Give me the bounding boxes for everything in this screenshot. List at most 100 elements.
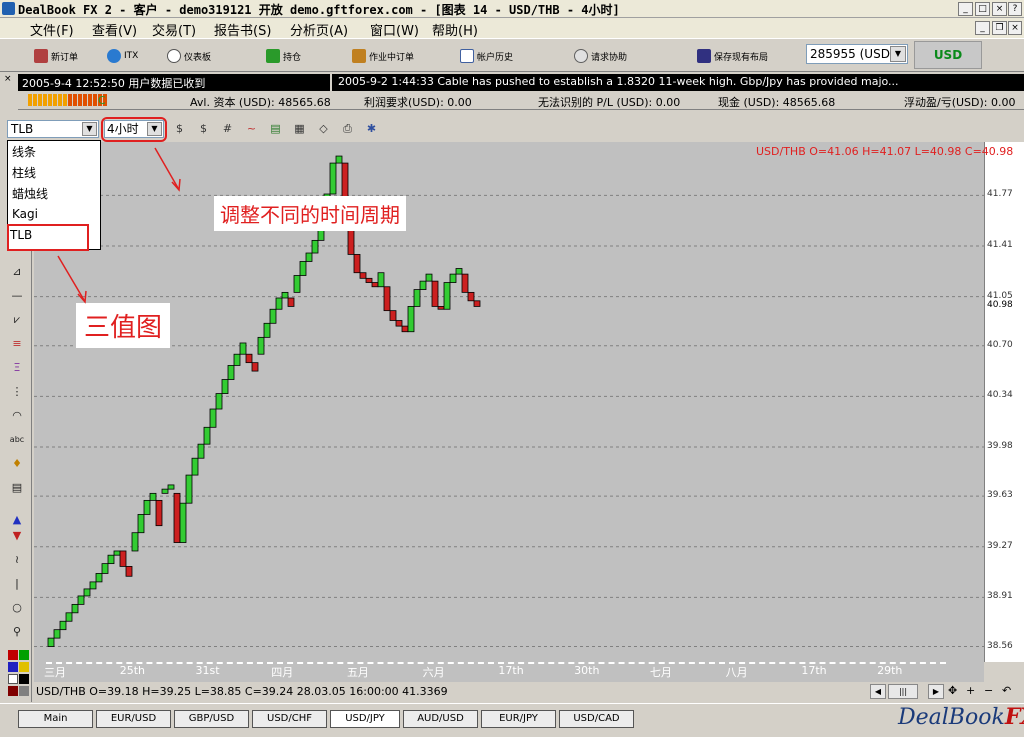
itx-button[interactable]: ITX [107, 47, 138, 65]
arrow-up-icon[interactable]: ▲ [9, 512, 25, 528]
time-tick-label: 八月 [725, 666, 748, 679]
vertical-line-icon[interactable]: | [9, 576, 25, 592]
time-tick-label: 六月 [422, 666, 445, 679]
menu-file[interactable]: 文件(F) [30, 20, 74, 39]
chart-type-select[interactable]: TLB ▼ [7, 120, 99, 138]
ticker-close-icon[interactable]: × [4, 74, 16, 108]
menu-reports[interactable]: 报告书(S) [214, 20, 271, 39]
studies-icon[interactable]: ▤ [268, 121, 283, 136]
calculator-icon[interactable]: ▦ [292, 121, 307, 136]
scroll-thumb[interactable]: ||| [888, 684, 918, 699]
erase-icon[interactable]: ◇ [316, 121, 331, 136]
zoom-icon[interactable]: ⚲ [9, 624, 25, 640]
option-line[interactable]: 线条 [12, 143, 36, 160]
account-select[interactable]: 285955 (USD ▼ [806, 44, 908, 64]
time-tick-label: 17th [801, 664, 827, 677]
up-brick [443, 282, 451, 310]
zoom-out-icon[interactable]: − [984, 684, 993, 697]
time-tick-label: 五月 [346, 666, 369, 679]
scroll-left-icon[interactable]: ◀ [870, 684, 886, 699]
circle-icon[interactable]: ○ [9, 600, 25, 616]
color-black-swatch[interactable] [19, 674, 29, 684]
color-maroon-swatch[interactable] [8, 686, 18, 696]
color-gray-swatch[interactable] [19, 686, 29, 696]
tab-usd-cad[interactable]: USD/CAD [559, 710, 634, 728]
arc-icon[interactable]: ◠ [9, 408, 25, 424]
up-brick [305, 252, 313, 262]
tab-eur-usd[interactable]: EUR/USD [96, 710, 171, 728]
gann-fan-icon[interactable]: ⩗ [9, 312, 25, 328]
maximize-icon[interactable]: □ [975, 2, 990, 16]
fan-tool-icon[interactable]: ⊿ [9, 264, 25, 280]
grid-icon[interactable]: # [220, 121, 235, 136]
tab-aud-usd[interactable]: AUD/USD [403, 710, 478, 728]
color-blue-swatch[interactable] [8, 662, 18, 672]
chevron-down-icon[interactable]: ▼ [82, 122, 97, 136]
regression-icon[interactable]: ≡ [9, 336, 25, 352]
news-ticker[interactable]: 2005-9-4 12:52:50 用户数据已收到 2005-9-2 1:44:… [18, 74, 1024, 91]
up-brick [149, 492, 157, 501]
chevron-down-icon[interactable]: ▼ [890, 46, 906, 62]
currency-toggle-icon[interactable]: $ [172, 121, 187, 136]
minimize-icon[interactable]: _ [958, 2, 973, 16]
save-layout-button[interactable]: 保存现有布局 [697, 47, 768, 65]
child-minimize-icon[interactable]: _ [975, 21, 990, 35]
window-title: DealBook FX 2 - 客户 - demo319121 开放 demo.… [18, 3, 620, 17]
move-icon[interactable]: ✥ [948, 684, 957, 697]
menu-analysis[interactable]: 分析页(A) [290, 20, 348, 39]
settings-icon[interactable]: ✱ [364, 121, 379, 136]
dashboard-button[interactable]: 仪表板 [167, 47, 211, 65]
positions-button[interactable]: 持仓 [266, 47, 301, 65]
color-white-swatch[interactable] [8, 674, 18, 684]
menu-trade[interactable]: 交易(T) [152, 20, 196, 39]
news-right[interactable]: 2005-9-2 1:44:33 Cable has pushed to est… [338, 75, 899, 88]
down-brick [287, 297, 295, 307]
zoom-in-icon[interactable]: + [966, 684, 975, 697]
color-green-swatch[interactable] [19, 650, 29, 660]
working-orders-button[interactable]: 作业中订单 [352, 47, 414, 65]
up-brick [53, 629, 61, 639]
undo-icon[interactable]: ↶ [1002, 684, 1011, 697]
tab-eur-jpy[interactable]: EUR/JPY [481, 710, 556, 728]
print-icon[interactable]: ⎙ [340, 121, 355, 136]
up-brick [425, 273, 433, 282]
up-brick [335, 155, 343, 164]
color-red-swatch[interactable] [8, 650, 18, 660]
option-bar[interactable]: 柱线 [12, 164, 36, 181]
indicator-icon[interactable]: ~ [244, 121, 259, 136]
up-brick [83, 588, 91, 597]
new-order-button[interactable]: 新订单 [34, 47, 78, 65]
tab-usd-jpy[interactable]: USD/JPY [330, 710, 400, 728]
arrow-down-icon[interactable]: ▼ [9, 528, 25, 544]
account-history-button[interactable]: 帐户历史 [460, 47, 513, 65]
up-brick [233, 353, 241, 366]
line-tool-icon[interactable]: — [9, 288, 25, 304]
menu-help[interactable]: 帮助(H) [432, 20, 478, 39]
alert-bell-icon[interactable]: ♦ [9, 456, 25, 472]
currency-toggle-alt-icon[interactable]: $ [196, 121, 211, 136]
channel-icon[interactable]: Ξ [9, 360, 25, 376]
text-tool-icon[interactable]: abc [9, 432, 25, 448]
option-candlestick[interactable]: 蜡烛线 [12, 185, 48, 202]
chart-area[interactable] [34, 142, 984, 662]
request-help-button[interactable]: 请求协助 [574, 47, 627, 65]
option-kagi[interactable]: Kagi [12, 207, 38, 221]
child-close-icon[interactable]: × [1008, 21, 1022, 35]
tab-main[interactable]: Main [18, 710, 93, 728]
time-tick-label: 四月 [271, 666, 294, 679]
close-icon[interactable]: × [992, 2, 1007, 16]
color-yellow-swatch[interactable] [19, 662, 29, 672]
menu-window[interactable]: 窗口(W) [370, 20, 419, 39]
available-capital: Avl. 资本 (USD): 48565.68 [190, 96, 331, 109]
tlb-annotation: 三值图 [76, 303, 171, 348]
wave-icon[interactable]: ≀ [9, 552, 25, 568]
help-icon[interactable]: ? [1008, 2, 1022, 16]
scroll-right-icon[interactable]: ▶ [928, 684, 944, 699]
menu-view[interactable]: 查看(V) [92, 20, 137, 39]
tlb-chart[interactable] [34, 142, 984, 662]
calculator-tool-icon[interactable]: ▤ [9, 480, 25, 496]
tab-usd-chf[interactable]: USD/CHF [252, 710, 327, 728]
child-restore-icon[interactable]: ❐ [992, 21, 1007, 35]
grid-lines-icon[interactable]: ⋮ [9, 384, 25, 400]
tab-gbp-usd[interactable]: GBP/USD [174, 710, 249, 728]
